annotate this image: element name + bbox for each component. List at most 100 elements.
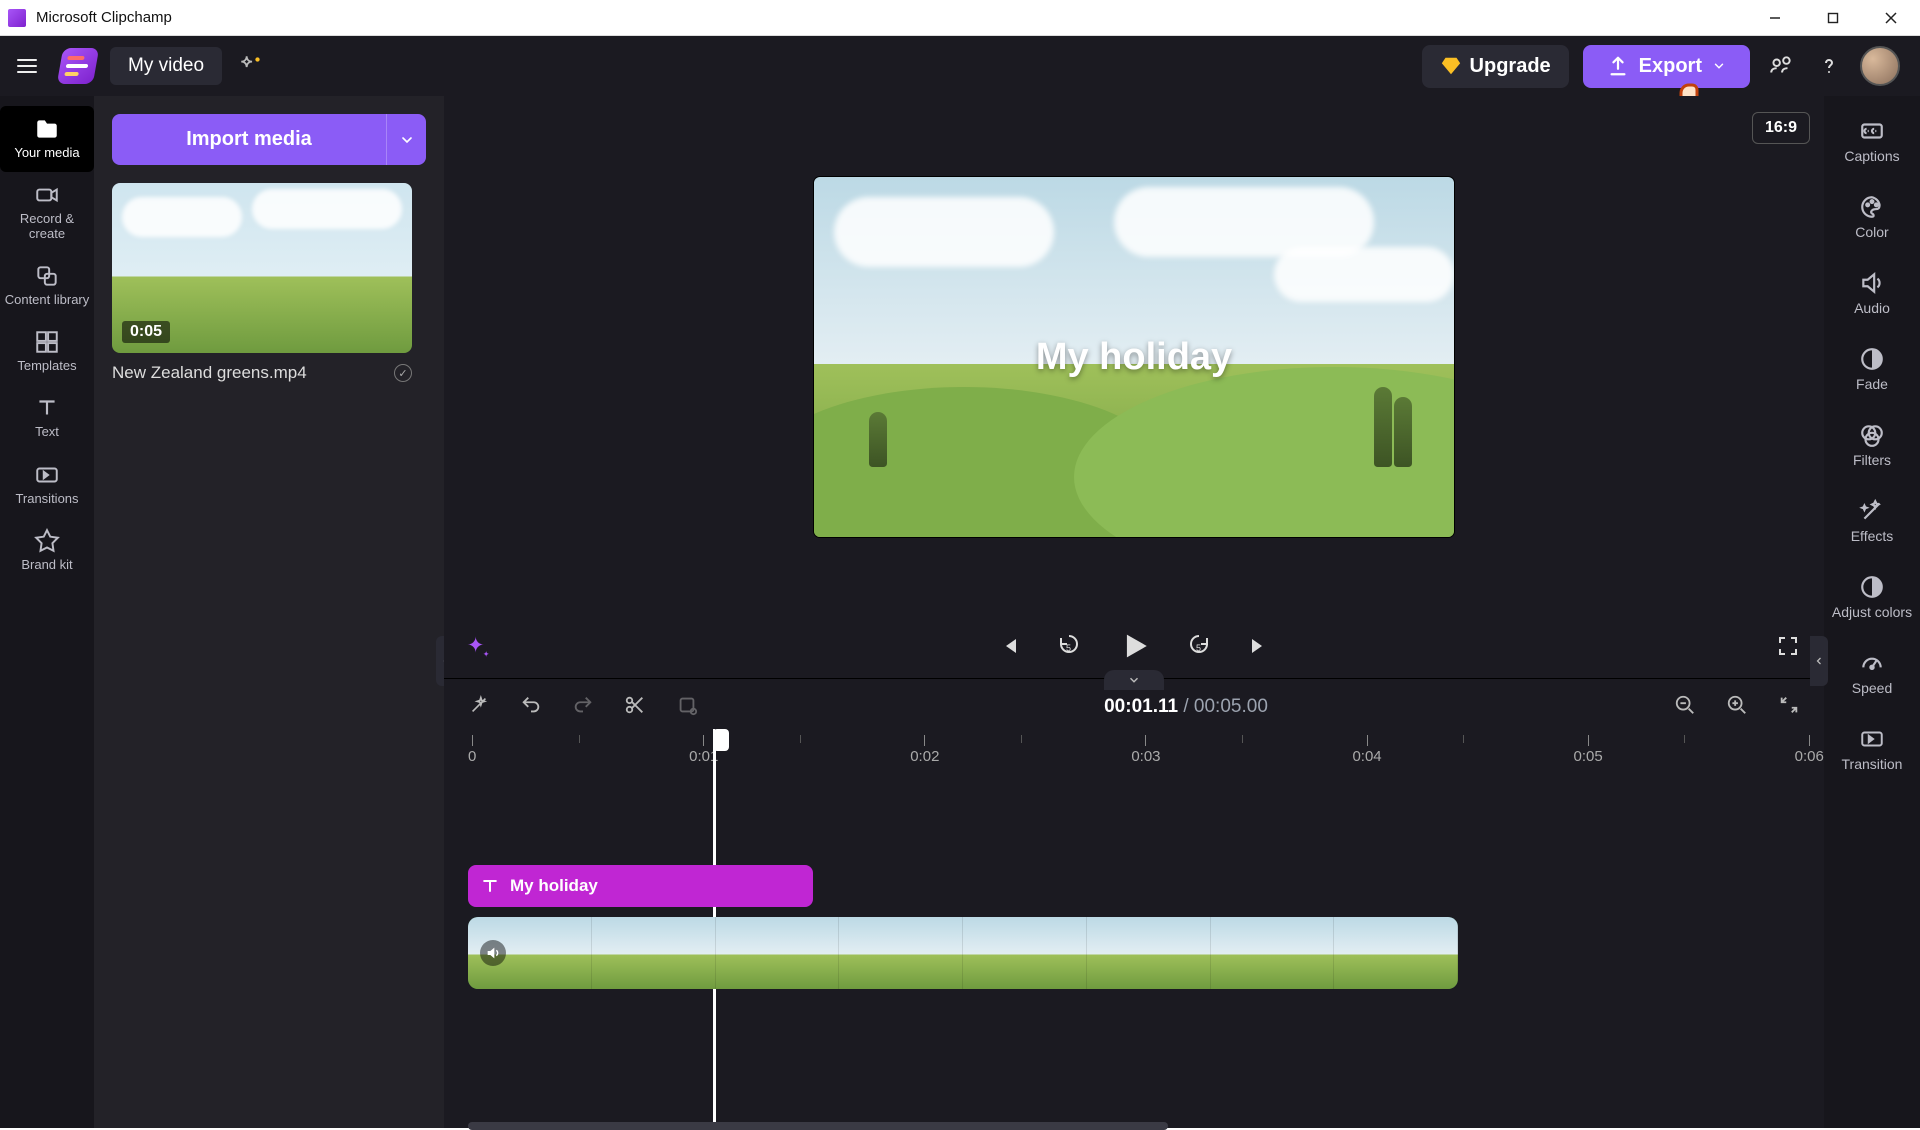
- rail-captions[interactable]: Captions: [1824, 106, 1920, 176]
- clip-volume-icon[interactable]: [480, 940, 506, 966]
- folder-icon: [34, 116, 60, 142]
- timeline-ruler[interactable]: 0 0:01 0:02 0:03 0:04 0:05 0:06: [468, 735, 1800, 765]
- svg-text:5: 5: [1196, 643, 1201, 653]
- nav-text[interactable]: Text: [0, 385, 94, 451]
- nav-label: Transitions: [15, 492, 78, 506]
- nav-templates[interactable]: Templates: [0, 319, 94, 385]
- fit-timeline-button[interactable]: [1778, 694, 1800, 721]
- rail-fade[interactable]: Fade: [1824, 334, 1920, 404]
- templates-icon: [34, 329, 60, 355]
- rail-label: Filters: [1853, 452, 1891, 468]
- share-icon[interactable]: [1764, 49, 1798, 83]
- auto-enhance-button[interactable]: [468, 694, 490, 721]
- upgrade-label: Upgrade: [1470, 55, 1551, 78]
- preview-text-overlay: My holiday: [814, 177, 1454, 537]
- undo-button[interactable]: [520, 694, 542, 721]
- nav-transitions[interactable]: Transitions: [0, 452, 94, 518]
- camera-icon: [34, 182, 60, 208]
- chevron-down-icon: [1712, 59, 1726, 73]
- aspect-ratio-button[interactable]: 16:9: [1752, 112, 1810, 144]
- zoom-in-button[interactable]: [1726, 694, 1748, 721]
- nav-record-create[interactable]: Record & create: [0, 172, 94, 253]
- rail-label: Audio: [1854, 300, 1890, 316]
- captions-icon: [1859, 118, 1885, 144]
- play-button[interactable]: [1117, 629, 1151, 668]
- timeline-timecode: 00:01.11 / 00:05.00: [1104, 696, 1268, 718]
- fullscreen-button[interactable]: [1776, 634, 1800, 663]
- media-added-check-icon: ✓: [394, 364, 412, 382]
- window-titlebar: Microsoft Clipchamp: [0, 0, 1920, 36]
- rail-effects[interactable]: Effects: [1824, 486, 1920, 556]
- nav-brand-kit[interactable]: Brand kit: [0, 518, 94, 584]
- zoom-out-button[interactable]: [1674, 694, 1696, 721]
- rail-label: Fade: [1856, 376, 1888, 392]
- transitions-icon: [34, 462, 60, 488]
- timeline: 00:01.11 / 00:05.00 0 0:01 0:02 0:03 0:0…: [444, 678, 1824, 1128]
- playhead[interactable]: [713, 729, 715, 751]
- ruler-tick: 0:06: [1795, 748, 1824, 765]
- window-maximize-button[interactable]: [1804, 0, 1862, 36]
- nav-label: Text: [35, 425, 59, 439]
- rewind-5-button[interactable]: 5: [1057, 634, 1081, 663]
- nav-your-media[interactable]: Your media: [0, 106, 94, 172]
- rail-label: Speed: [1852, 680, 1892, 696]
- rail-filters[interactable]: Filters: [1824, 410, 1920, 480]
- import-media-button[interactable]: Import media: [112, 114, 426, 165]
- timecode-current: 00:01.11: [1104, 696, 1178, 717]
- filters-icon: [1859, 422, 1885, 448]
- forward-5-button[interactable]: 5: [1187, 634, 1211, 663]
- chevron-down-icon: [1127, 673, 1141, 687]
- project-name[interactable]: My video: [110, 47, 222, 85]
- crop-button[interactable]: [676, 694, 698, 721]
- ruler-tick: 0:04: [1352, 748, 1381, 765]
- ai-sparkle-icon[interactable]: [464, 634, 492, 662]
- app-bar: My video Upgrade Export: [0, 36, 1920, 96]
- upgrade-button[interactable]: Upgrade: [1422, 45, 1569, 88]
- rail-adjust-colors[interactable]: Adjust colors: [1824, 562, 1920, 632]
- properties-rail: Captions Color Audio Fade Filters Effect…: [1824, 96, 1920, 1128]
- ruler-tick: 0: [468, 748, 476, 765]
- transition-icon: [1859, 726, 1885, 752]
- import-media-dropdown[interactable]: [386, 114, 426, 165]
- nav-label: Content library: [5, 293, 90, 307]
- media-item[interactable]: 0:05 New Zealand greens.mp4 ✓: [112, 183, 412, 383]
- window-minimize-button[interactable]: [1746, 0, 1804, 36]
- left-nav: Your media Record & create Content libra…: [0, 96, 94, 1128]
- copilot-icon[interactable]: [236, 51, 266, 81]
- window-close-button[interactable]: [1862, 0, 1920, 36]
- import-media-label: Import media: [112, 114, 386, 165]
- skip-end-button[interactable]: [1247, 634, 1271, 663]
- menu-button[interactable]: [8, 47, 46, 85]
- media-file-name: New Zealand greens.mp4: [112, 363, 307, 383]
- ruler-tick: 0:03: [1131, 748, 1160, 765]
- timeline-scrollbar[interactable]: [468, 1122, 1168, 1130]
- stage: 16:9 My holiday 5 5: [444, 96, 1824, 1128]
- collapse-rail-button[interactable]: [1810, 636, 1828, 686]
- text-icon: [34, 395, 60, 421]
- media-thumbnail: 0:05: [112, 183, 412, 353]
- rail-color[interactable]: Color: [1824, 182, 1920, 252]
- video-track-clip[interactable]: [468, 917, 1458, 989]
- timeline-tracks[interactable]: My holiday: [468, 775, 1800, 1128]
- speaker-icon: [1859, 270, 1885, 296]
- chevron-down-icon: [399, 132, 415, 148]
- nav-label: Your media: [14, 146, 79, 160]
- video-preview[interactable]: My holiday: [814, 177, 1454, 537]
- ruler-tick: 0:05: [1574, 748, 1603, 765]
- timecode-duration: 00:05.00: [1194, 696, 1268, 717]
- rail-speed[interactable]: Speed: [1824, 638, 1920, 708]
- collapse-timeline-button[interactable]: [1104, 670, 1164, 690]
- rail-audio[interactable]: Audio: [1824, 258, 1920, 328]
- skip-start-button[interactable]: [997, 634, 1021, 663]
- split-button[interactable]: [624, 694, 646, 721]
- text-icon: [480, 876, 500, 896]
- rail-transition[interactable]: Transition: [1824, 714, 1920, 784]
- library-icon: [34, 263, 60, 289]
- wand-icon: [1859, 498, 1885, 524]
- text-track-clip[interactable]: My holiday: [468, 865, 813, 907]
- redo-button[interactable]: [572, 694, 594, 721]
- help-icon[interactable]: [1812, 49, 1846, 83]
- nav-content-library[interactable]: Content library: [0, 253, 94, 319]
- export-button[interactable]: Export: [1583, 45, 1750, 88]
- avatar[interactable]: [1860, 46, 1900, 86]
